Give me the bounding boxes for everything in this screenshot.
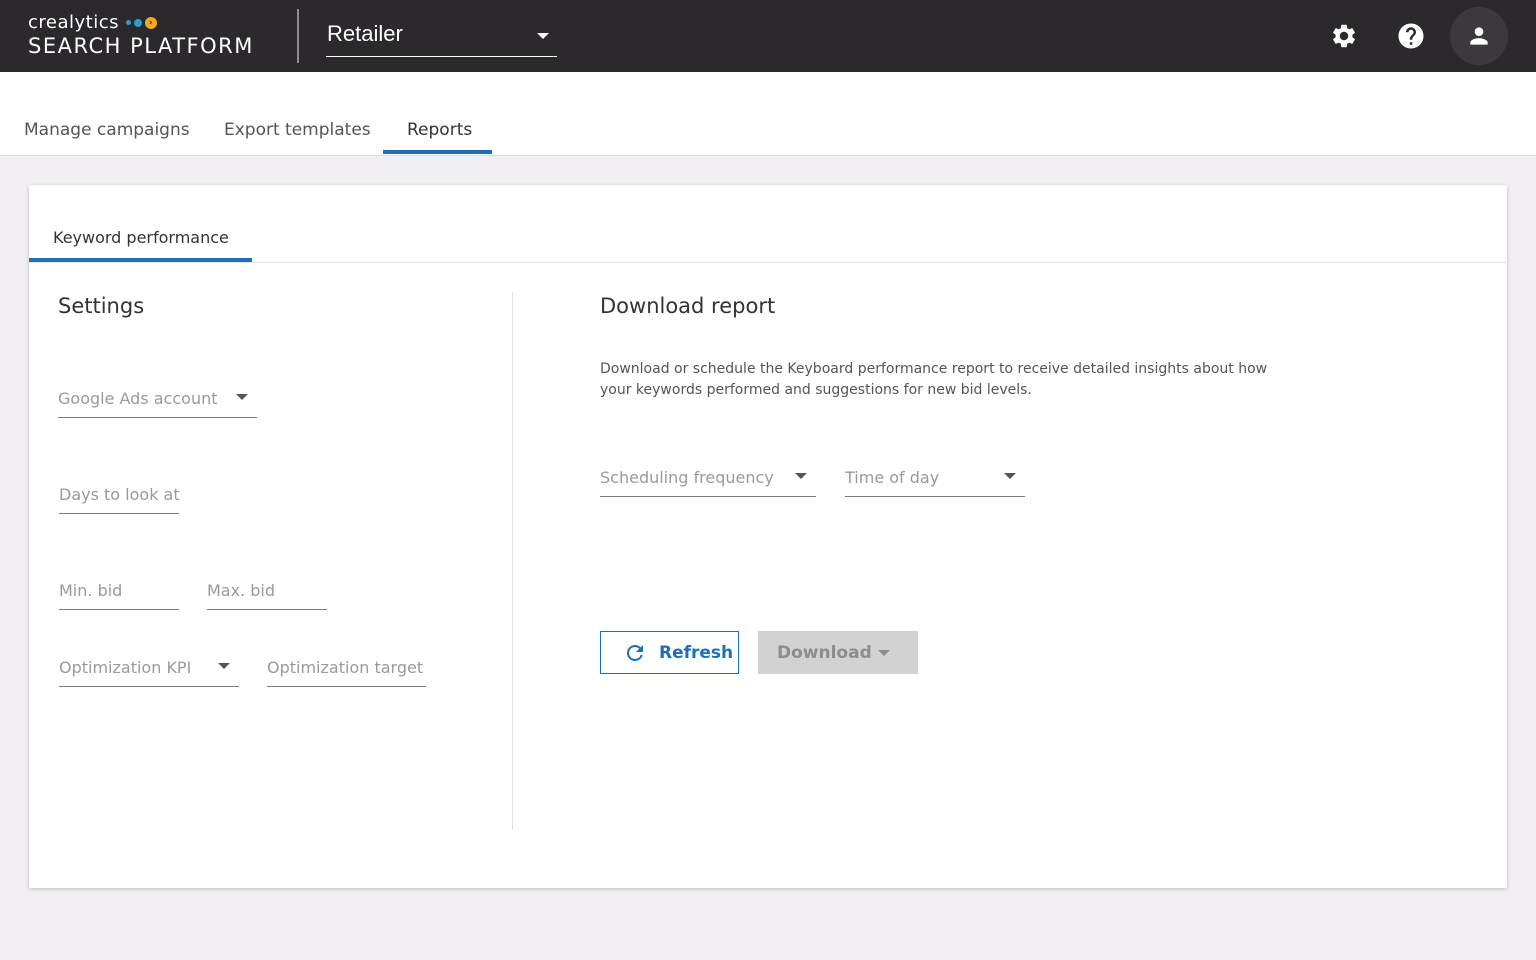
download-report-title: Download report [600, 294, 776, 318]
max-bid-input[interactable]: Max. bid [207, 567, 327, 610]
header-divider [297, 9, 299, 63]
refresh-button[interactable]: Refresh [600, 631, 739, 674]
chevron-down-icon [795, 473, 807, 479]
optimization-target-input[interactable]: Optimization target [267, 644, 426, 687]
refresh-icon [627, 644, 643, 661]
chevron-down-icon [236, 394, 248, 400]
settings-button[interactable] [1323, 15, 1365, 57]
min-bid-label: Min. bid [59, 581, 123, 600]
help-icon [1398, 23, 1424, 49]
days-input[interactable]: Days to look at [59, 471, 180, 514]
optimization-kpi-label: Optimization KPI [59, 658, 192, 677]
chevron-down-icon [1004, 473, 1016, 479]
active-subtab-indicator [29, 258, 252, 262]
tab-reports[interactable]: Reports [407, 120, 472, 140]
brand-logo[interactable]: crealytics › SEARCH PLATFORM [28, 12, 254, 58]
person-icon [1470, 27, 1488, 45]
google-ads-account-label: Google Ads account [58, 389, 218, 408]
tab-manage-campaigns[interactable]: Manage campaigns [24, 120, 190, 140]
days-label: Days to look at [59, 485, 180, 504]
download-report-description: Download or schedule the Keyboard perfor… [600, 361, 1268, 398]
max-bid-label: Max. bid [207, 581, 276, 600]
settings-title: Settings [58, 294, 145, 318]
retailer-select[interactable]: Retailer [326, 16, 557, 57]
active-tab-indicator [383, 150, 492, 154]
help-button[interactable] [1390, 15, 1432, 57]
tab-export-templates[interactable]: Export templates [224, 120, 371, 140]
top-bar: crealytics › SEARCH PLATFORM Retailer [0, 0, 1536, 72]
download-button[interactable]: Download [758, 631, 918, 674]
refresh-label: Refresh [659, 642, 734, 663]
user-menu-button[interactable] [1450, 7, 1508, 65]
report-card: Keyword performance Settings Google Ads … [29, 185, 1507, 888]
min-bid-input[interactable]: Min. bid [59, 567, 179, 610]
time-of-day-select[interactable]: Time of day [845, 454, 1025, 497]
time-of-day-label: Time of day [845, 468, 940, 487]
chevron-down-icon [537, 33, 549, 39]
chevron-down-icon [218, 663, 230, 669]
brand-small-text: crealytics [28, 12, 119, 33]
report-sub-tabs: Keyword performance [29, 185, 1507, 263]
retailer-select-value: Retailer [327, 21, 403, 46]
gear-icon [1333, 24, 1355, 48]
column-divider [512, 292, 513, 830]
download-label: Download [777, 642, 872, 663]
scheduling-frequency-select[interactable]: Scheduling frequency [600, 454, 816, 497]
scheduling-frequency-label: Scheduling frequency [600, 468, 774, 487]
brand-dots-icon: › [126, 16, 157, 29]
google-ads-account-select[interactable]: Google Ads account [58, 375, 257, 418]
main-tab-bar: Manage campaigns Export templates Report… [0, 72, 1536, 156]
brand-product-name: SEARCH PLATFORM [28, 34, 254, 58]
chevron-down-icon [878, 650, 890, 656]
tab-keyword-performance[interactable]: Keyword performance [53, 228, 229, 247]
brand-wordmark: crealytics › [28, 12, 254, 33]
optimization-target-label: Optimization target [267, 658, 424, 677]
optimization-kpi-select[interactable]: Optimization KPI [59, 644, 239, 687]
